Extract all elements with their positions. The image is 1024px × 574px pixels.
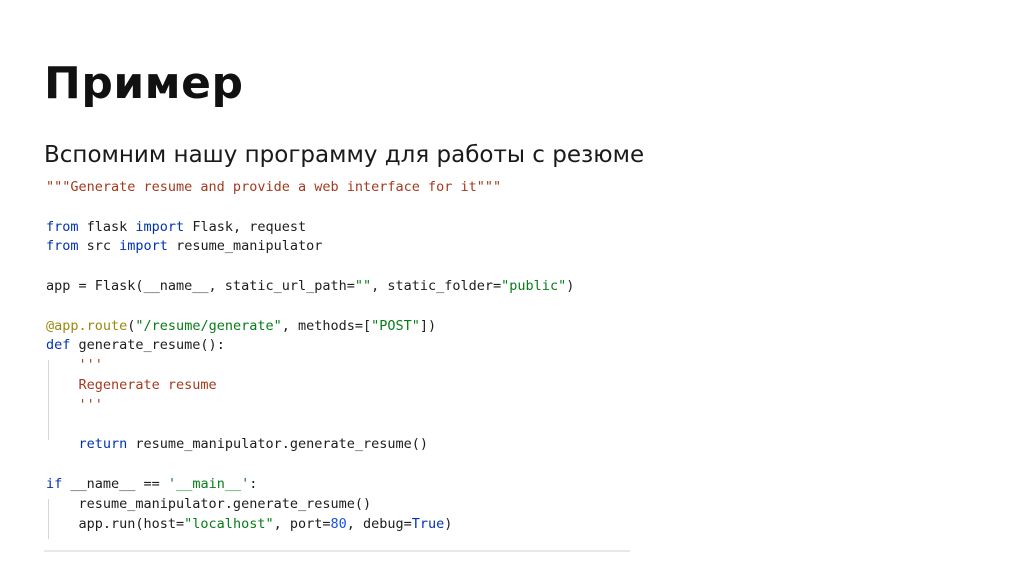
code-line: return resume_manipulator.generate_resum… xyxy=(78,436,429,453)
code-line: from src import resume_manipulator xyxy=(46,238,323,255)
code-text: """Generate resume and provide a web int… xyxy=(46,178,574,534)
slide-title: Пример xyxy=(44,58,244,109)
code-line: ''' xyxy=(46,396,103,413)
code-line: app = Flask(__name__, static_url_path=""… xyxy=(46,277,575,294)
slide-subtitle: Вспомним нашу программу для работы с рез… xyxy=(44,142,645,168)
code-line: resume_manipulator.generate_resume() xyxy=(46,495,372,512)
code-line: if __name__ == '__main__': xyxy=(46,475,258,492)
code-block: """Generate resume and provide a web int… xyxy=(44,174,630,552)
code-line: """Generate resume and provide a web int… xyxy=(46,179,502,195)
code-line: app.run(host="localhost", port=80, debug… xyxy=(46,515,453,532)
code-line: Regenerate resume xyxy=(46,376,217,393)
code-line: @app.route("/resume/generate", methods=[… xyxy=(46,317,437,334)
code-line: def generate_resume(): xyxy=(46,337,225,354)
code-line: from flask import Flask, request xyxy=(46,218,307,235)
slide: Пример Вспомним нашу программу для работ… xyxy=(0,0,1024,574)
code-line: ''' xyxy=(46,357,103,374)
